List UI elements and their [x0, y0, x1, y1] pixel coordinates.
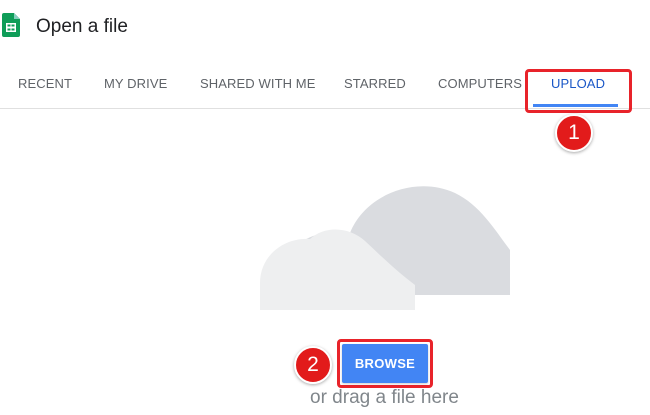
upload-tab-highlight [525, 69, 632, 113]
tab-recent[interactable]: RECENT [18, 58, 72, 108]
cloud-icon [260, 186, 510, 310]
google-sheets-icon [2, 13, 20, 37]
drag-drop-hint: or drag a file here [310, 387, 459, 408]
tab-starred[interactable]: STARRED [344, 58, 406, 108]
step-badge-2: 2 [294, 346, 332, 384]
dialog-header: Open a file [0, 0, 650, 56]
browse-button[interactable]: BROWSE [342, 344, 428, 383]
dialog-title: Open a file [36, 16, 128, 37]
step-badge-1: 1 [555, 114, 593, 152]
tab-my-drive[interactable]: MY DRIVE [104, 58, 167, 108]
tab-computers[interactable]: COMPUTERS [438, 58, 522, 108]
tab-shared-with-me[interactable]: SHARED WITH ME [200, 58, 316, 108]
